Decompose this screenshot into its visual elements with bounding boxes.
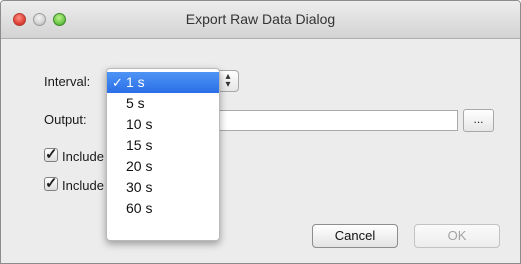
menu-item-5s[interactable]: 5 s: [107, 93, 219, 114]
include-description-checkbox[interactable]: ✓: [44, 146, 58, 163]
checkmark-icon: ✓: [45, 175, 58, 192]
include-description-notes-checkbox[interactable]: ✓: [44, 175, 58, 192]
menu-item-label: 15 s: [126, 137, 153, 153]
window-title: Export Raw Data Dialog: [185, 11, 336, 27]
up-down-chevron-icon: ▴ ▾: [225, 71, 231, 90]
menu-item-label: 60 s: [126, 200, 153, 216]
menu-item-1s[interactable]: ✓ 1 s: [107, 72, 219, 93]
checkmark-icon: ✓: [112, 75, 123, 90]
ok-button[interactable]: OK: [414, 224, 500, 248]
menu-item-label: 5 s: [126, 95, 145, 111]
export-dialog-window: Export Raw Data Dialog Interval: ▴ ▾ Outp…: [0, 0, 521, 264]
menu-item-30s[interactable]: 30 s: [107, 177, 219, 198]
title-bar[interactable]: Export Raw Data Dialog: [1, 1, 520, 39]
menu-item-15s[interactable]: 15 s: [107, 135, 219, 156]
menu-item-label: 10 s: [126, 116, 153, 132]
menu-item-60s[interactable]: 60 s: [107, 198, 219, 219]
output-label: Output:: [44, 112, 87, 127]
menu-item-label: 20 s: [126, 158, 153, 174]
menu-item-label: 30 s: [126, 179, 153, 195]
output-field[interactable]: [214, 110, 458, 131]
interval-dropdown-menu: ✓ 1 s 5 s 10 s 15 s 20 s 30 s 60 s: [106, 68, 220, 241]
cancel-button[interactable]: Cancel: [312, 224, 398, 248]
browse-button[interactable]: ...: [463, 109, 494, 132]
checkmark-icon: ✓: [45, 146, 58, 163]
menu-item-label: 1 s: [126, 74, 145, 90]
menu-item-10s[interactable]: 10 s: [107, 114, 219, 135]
interval-label: Interval:: [44, 74, 91, 89]
menu-item-20s[interactable]: 20 s: [107, 156, 219, 177]
